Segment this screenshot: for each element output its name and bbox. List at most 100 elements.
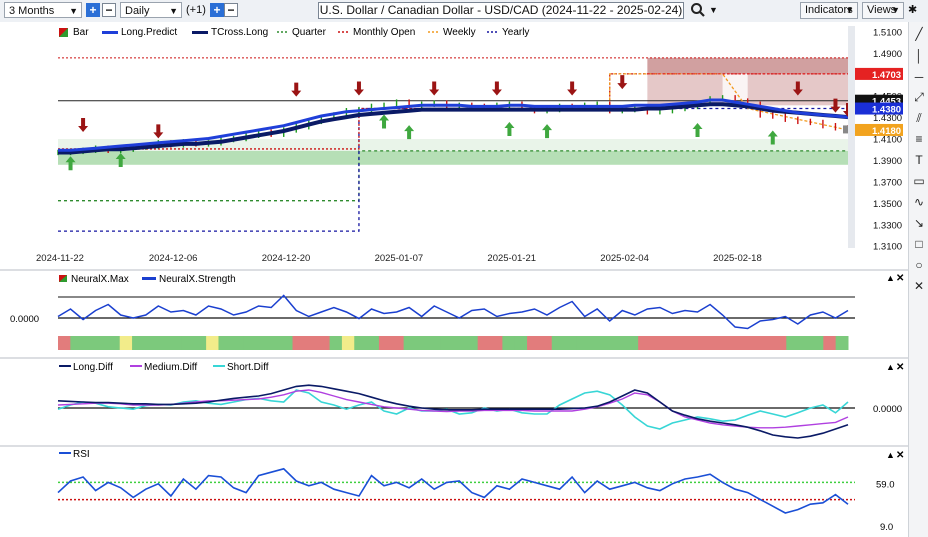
neuralx-max-bar	[527, 336, 540, 350]
chevron-down-icon: ▼	[169, 6, 178, 16]
chart-scroll-strip	[848, 26, 855, 248]
step-minus-button[interactable]: −	[224, 3, 238, 17]
close-icon: ✕	[896, 450, 904, 461]
neuralx-max-bar	[58, 336, 71, 350]
neuralx-max-bar	[132, 336, 145, 350]
callout-icon[interactable]: ▭	[911, 173, 927, 189]
neuralx-max-bar	[70, 336, 84, 350]
price-legend: Bar Long.Predict TCross.Long Quarter Mon…	[59, 27, 529, 38]
ellipse-icon[interactable]: ○	[911, 257, 927, 273]
toolbar: 3 Months ▼ + − Daily ▼ (+1) + − U.S. Dol…	[0, 0, 928, 23]
neuralx-max-bar	[761, 336, 775, 350]
neuralx-max-bar	[749, 336, 763, 350]
neuralx-max-bar	[477, 336, 491, 350]
neuralx-max-bar	[428, 336, 442, 350]
neuralx-max-bar	[267, 336, 281, 350]
price-tick-label: 1.3700	[873, 177, 902, 188]
rectangle-icon[interactable]: □	[911, 236, 927, 252]
neuralx-max-bar	[576, 336, 590, 350]
neuralx-max-bar	[181, 336, 195, 350]
neuralx-max-bar	[366, 336, 380, 350]
zoom-out-button[interactable]: −	[102, 3, 116, 17]
trendline-icon[interactable]: ╱	[911, 26, 927, 42]
neuralx-max-bar	[588, 336, 602, 350]
neuralx-max-bar	[551, 336, 565, 350]
neuralx-max-bar	[243, 336, 256, 350]
chart-area[interactable]: 1.51001.49001.47001.45001.43001.41001.39…	[0, 22, 908, 537]
neuralx-max-bar	[193, 336, 207, 350]
legend-quarter: Quarter	[292, 27, 327, 38]
period-select[interactable]: 3 Months ▼	[4, 2, 82, 18]
price-tick-label: 1.3900	[873, 156, 902, 167]
neuralx-max-bar	[206, 336, 219, 350]
price-label: 1.4380	[872, 105, 901, 116]
interval-select[interactable]: Daily ▼	[120, 2, 182, 18]
neuralx-max-bar	[292, 336, 306, 350]
neuralx-max-bar	[440, 336, 454, 350]
neuralx-max-bar	[280, 336, 294, 350]
neuralx-max-bar	[119, 336, 133, 350]
indicators-button[interactable]: Indicators ▼	[800, 2, 858, 19]
channel-icon[interactable]: ⫽	[911, 110, 927, 126]
neuralx-max-bar	[107, 336, 121, 350]
neuralx-max-bar	[650, 336, 664, 350]
support-zone	[58, 150, 855, 165]
neuralx-max-bar	[638, 336, 651, 350]
neuralx-max-bar	[675, 336, 689, 350]
chevron-down-icon[interactable]: ▼	[709, 5, 718, 15]
x-tick-label: 2024-11-22	[36, 253, 84, 264]
neuralx-max-bar	[329, 336, 343, 350]
neuralx-max-bar	[317, 336, 331, 350]
neuralx-max-bar	[539, 336, 553, 350]
wave-icon[interactable]: ∿	[911, 194, 927, 210]
horizontal-line-icon[interactable]: ─	[911, 69, 927, 85]
legend-neuralx-max: NeuralX.Max	[71, 274, 129, 285]
neuralx-max-bar	[798, 336, 812, 350]
x-tick-label: 2025-02-18	[713, 253, 762, 264]
legend-yearly: Yearly	[502, 27, 529, 38]
vertical-line-icon[interactable]: │	[911, 48, 927, 64]
text-icon[interactable]: T	[911, 152, 927, 168]
search-icon[interactable]	[690, 2, 706, 18]
zoom-in-button[interactable]: +	[86, 3, 100, 17]
price-tick-label: 1.3300	[873, 220, 902, 231]
neuralx-max-bar	[490, 336, 503, 350]
rsi-tick-label: 59.0	[876, 479, 895, 490]
delete-drawings-icon[interactable]: ✕	[911, 278, 927, 294]
neuralx-tick-label: 0.0000	[10, 314, 39, 325]
fibonacci-icon[interactable]: ≡	[911, 131, 927, 147]
neuralx-max-bar	[613, 336, 627, 350]
neuralx-max-bar	[810, 336, 824, 350]
neuralx-max-bar	[391, 336, 405, 350]
neuralx-max-bar	[453, 336, 466, 350]
arrow-line-icon[interactable]: ↘	[911, 215, 927, 231]
rsi-tick-label: 9.0	[880, 522, 893, 533]
pin-icon[interactable]: ✱	[908, 3, 917, 16]
neuralx-max-bar	[95, 336, 108, 350]
diff-tick-label: 0.0000	[873, 404, 902, 415]
neuralx-max-bar	[564, 336, 577, 350]
neuralx-max-bar	[144, 336, 158, 350]
neuralx-max-bar	[699, 336, 713, 350]
price-tick-label: 1.3100	[873, 242, 902, 253]
price-label: 1.4703	[872, 70, 901, 81]
neuralx-max-bar	[304, 336, 318, 350]
symbol-title[interactable]: U.S. Dollar / Canadian Dollar - USD/CAD …	[318, 2, 684, 19]
legend-long-diff: Long.Diff	[73, 362, 113, 373]
neuralx-max-bar	[230, 336, 244, 350]
x-tick-label: 2025-01-07	[375, 253, 424, 264]
neuralx-max-bar	[403, 336, 417, 350]
neuralx-max-bar	[354, 336, 368, 350]
views-button[interactable]: Views ▼	[862, 2, 904, 19]
legend-medium-diff: Medium.Diff	[144, 362, 197, 373]
step-plus-button[interactable]: +	[210, 3, 224, 17]
neuralx-max-bar	[156, 336, 170, 350]
ray-icon[interactable]: ⤢	[911, 89, 927, 105]
panel-menu-icon: ▲	[886, 450, 895, 460]
neuralx-max-bar	[687, 336, 701, 350]
neuralx-max-bar	[835, 336, 849, 350]
legend-rsi: RSI	[73, 449, 90, 460]
drawing-tools-sidebar: ╱ │ ─ ⤢ ⫽ ≡ T ▭ ∿ ↘ □ ○ ✕	[908, 22, 928, 537]
legend-long-predict: Long.Predict	[121, 27, 177, 38]
chevron-down-icon: ▼	[891, 5, 900, 15]
